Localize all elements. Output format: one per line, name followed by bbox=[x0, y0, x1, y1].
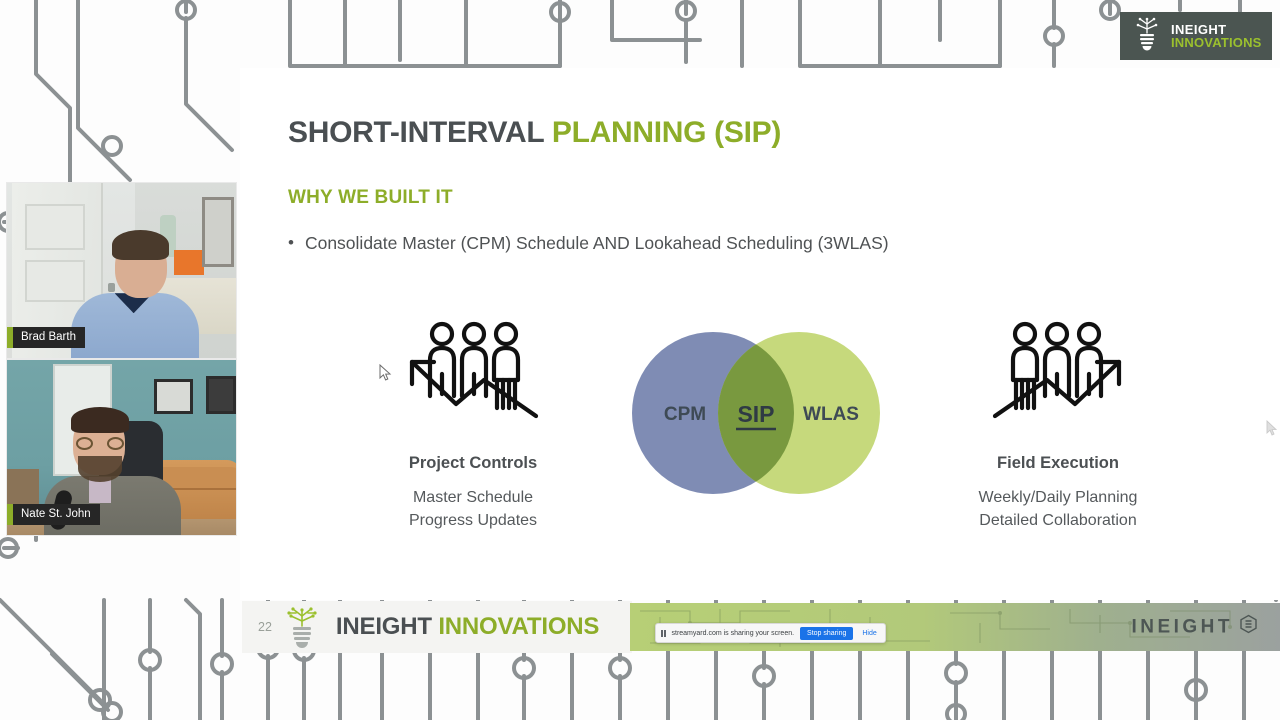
participant-name-tag: Brad Barth bbox=[7, 327, 85, 348]
section-subtitle: WHY WE BUILT IT bbox=[288, 187, 453, 208]
participant-name-tag: Nate St. John bbox=[7, 504, 100, 525]
page-title: SHORT-INTERVAL PLANNING (SIP) bbox=[288, 116, 781, 150]
column-heading: Field Execution bbox=[997, 454, 1119, 472]
three-people-up-arrow-icon bbox=[942, 318, 1174, 430]
column-subtext: Weekly/Daily Planning Detailed Collabora… bbox=[942, 486, 1174, 532]
screen-share-notification-bar[interactable]: streamyard.com is sharing your screen. S… bbox=[655, 623, 886, 643]
stop-sharing-button[interactable]: Stop sharing bbox=[800, 626, 854, 640]
circuit-tree-lightbulb-icon bbox=[280, 604, 324, 650]
column-subtext-line2: Progress Updates bbox=[408, 512, 538, 530]
page-number: 22 bbox=[258, 620, 272, 634]
bullet-item: • Consolidate Master (CPM) Schedule AND … bbox=[288, 232, 889, 256]
column-subtext: Master Schedule Progress Updates bbox=[358, 486, 588, 532]
participant-name: Nate St. John bbox=[13, 504, 100, 525]
bullet-text: Consolidate Master (CPM) Schedule AND Lo… bbox=[304, 233, 889, 253]
share-message: streamyard.com is sharing your screen. bbox=[671, 629, 795, 637]
column-field-execution: Field Execution Weekly/Daily Planning De… bbox=[942, 318, 1174, 532]
column-project-controls: Project Controls Master Schedule Progres… bbox=[358, 318, 588, 532]
venn-diagram: CPM SIP WLAS bbox=[632, 332, 880, 494]
page-title-dark: SHORT-INTERVAL bbox=[288, 116, 552, 149]
bullet-marker: • bbox=[288, 233, 294, 252]
footer-brand-green: INNOVATIONS bbox=[438, 613, 600, 640]
footer-ineight-logo: INEIGHT bbox=[1131, 614, 1258, 640]
badge-line1: INEIGHT bbox=[1171, 21, 1227, 37]
three-people-down-arrow-icon bbox=[358, 318, 588, 430]
hide-button[interactable]: Hide bbox=[859, 630, 879, 637]
column-heading: Project Controls bbox=[408, 454, 538, 472]
footer-brand-dark: INEIGHT bbox=[335, 613, 439, 640]
slide-stage: SHORT-INTERVAL PLANNING (SIP) WHY WE BUI… bbox=[0, 0, 1280, 720]
svg-text:SIP: SIP bbox=[737, 401, 774, 427]
participant-name: Brad Barth bbox=[13, 327, 85, 348]
badge-line2: INNOVATIONS bbox=[1171, 35, 1262, 50]
column-subtext-line1: Weekly/Daily Planning bbox=[978, 489, 1138, 506]
video-tile-nate-st-john[interactable]: Nate St. John bbox=[6, 359, 237, 536]
column-subtext-line2: Detailed Collaboration bbox=[979, 512, 1137, 530]
badge-text: INEIGHT INNOVATIONS bbox=[1171, 21, 1262, 50]
footer-brand-text: INEIGHT INNOVATIONS bbox=[335, 613, 600, 641]
mouse-pointer-icon bbox=[1266, 419, 1278, 442]
ineight-innovations-badge: INEIGHT INNOVATIONS bbox=[1120, 12, 1272, 60]
page-title-accent: PLANNING (SIP) bbox=[551, 116, 782, 149]
mouse-pointer-icon bbox=[379, 363, 392, 387]
footer-ineight-text: INEIGHT bbox=[1131, 616, 1233, 637]
footer-brand-block: 22 INEIGHT INNOVATIONS bbox=[242, 601, 632, 653]
pause-icon bbox=[661, 629, 666, 637]
ineight-hex-icon bbox=[1239, 614, 1258, 640]
svg-text:CPM: CPM bbox=[664, 404, 706, 425]
circuit-tree-lightbulb-icon bbox=[1130, 15, 1164, 58]
video-tile-brad-barth[interactable]: Brad Barth bbox=[6, 182, 237, 359]
column-subtext-line1: Master Schedule bbox=[412, 489, 534, 506]
svg-text:WLAS: WLAS bbox=[803, 404, 859, 425]
